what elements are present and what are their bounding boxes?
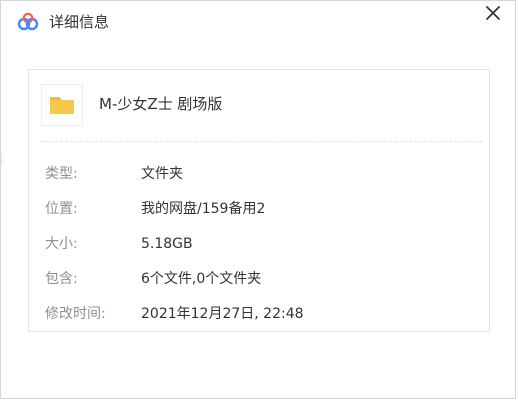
baidu-netdisk-cloud-icon <box>17 12 39 32</box>
close-icon <box>485 5 501 25</box>
size-row: 大小: 5.18GB <box>45 234 475 254</box>
size-label: 大小: <box>45 236 78 252</box>
location-label: 位置: <box>45 201 78 217</box>
details-dialog: 详细信息 M-少女Z士 剧场版 类型: 文件夹 位置: 我的网盘/159备用2 … <box>0 0 516 399</box>
folder-name: M-少女Z士 剧场版 <box>99 95 223 113</box>
left-edge-mark <box>1 153 3 165</box>
type-row: 类型: 文件夹 <box>45 164 475 184</box>
dialog-title: 详细信息 <box>49 13 110 31</box>
modified-row: 修改时间: 2021年12月27日, 22:48 <box>45 304 475 324</box>
folder-icon <box>42 97 82 129</box>
location-row: 位置: 我的网盘/159备用2 <box>45 199 475 219</box>
folder-thumbnail <box>41 84 83 126</box>
details-panel: M-少女Z士 剧场版 类型: 文件夹 位置: 我的网盘/159备用2 大小: 5… <box>28 69 490 332</box>
title-bar: 详细信息 <box>1 1 515 41</box>
modified-value: 2021年12月27日, 22:48 <box>141 306 304 322</box>
location-value: 我的网盘/159备用2 <box>141 201 266 217</box>
type-value: 文件夹 <box>141 166 183 182</box>
section-divider <box>40 141 482 142</box>
type-label: 类型: <box>45 166 78 182</box>
size-value: 5.18GB <box>141 236 193 252</box>
close-button[interactable] <box>481 3 505 27</box>
contains-label: 包含: <box>45 271 78 287</box>
contains-value: 6个文件,0个文件夹 <box>141 271 262 287</box>
contains-row: 包含: 6个文件,0个文件夹 <box>45 269 475 289</box>
modified-label: 修改时间: <box>45 306 106 322</box>
